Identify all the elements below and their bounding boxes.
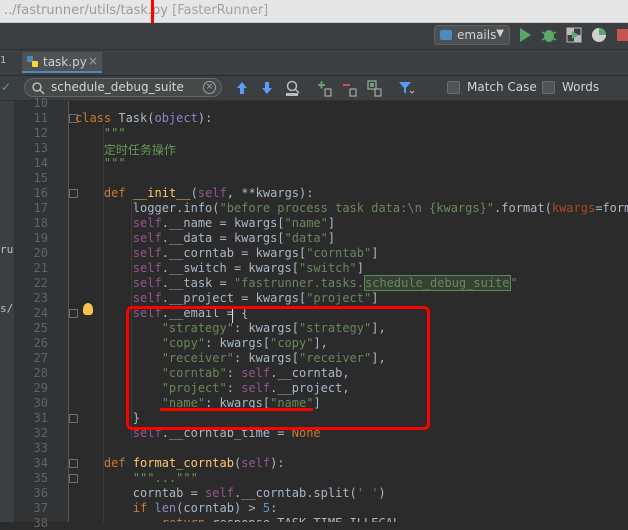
- line-number: 31: [33, 411, 48, 425]
- code-line: """...""": [132, 471, 198, 485]
- find-all-icon[interactable]: [284, 79, 302, 97]
- code-line: """: [103, 156, 126, 170]
- line-number: 29: [33, 381, 48, 395]
- code-line: return response.TASK_TIME_ILLEGAL: [75, 516, 400, 522]
- line-number: 18: [33, 216, 48, 230]
- run-icon[interactable]: [516, 26, 534, 44]
- check-icon: ✓: [1, 80, 12, 94]
- find-bar: ✓ schedule_debug_suite × Match Case Word…: [0, 76, 628, 101]
- tab-task-py[interactable]: task.py ×: [22, 52, 102, 73]
- match-case-label: Match Case: [467, 80, 537, 94]
- line-number: 25: [33, 321, 48, 335]
- line-number: 22: [33, 276, 48, 290]
- remove-occurrence-icon[interactable]: [341, 79, 359, 97]
- stop-icon[interactable]: [614, 26, 628, 44]
- search-icon: [32, 82, 45, 95]
- line-number: 26: [33, 336, 48, 350]
- left-tool-strip: run s/f: [0, 101, 20, 522]
- code-line: class Task(object):: [75, 111, 213, 125]
- close-tab-icon[interactable]: ×: [88, 54, 98, 68]
- code-line: self.__data = kwargs["data"]: [132, 231, 336, 245]
- code-line: logger.info("before process task data:\n…: [75, 201, 628, 215]
- code-line: self.__project = kwargs["project"]: [132, 291, 379, 305]
- line-number: 20: [33, 246, 48, 260]
- line-number: 24: [33, 306, 48, 320]
- profile-icon[interactable]: [590, 26, 608, 44]
- code-line: corntab = self.__corntab.split(' '): [75, 486, 386, 500]
- code-line: self.__corntab = kwargs["corntab"]: [132, 246, 379, 260]
- arrow-up-icon[interactable]: [235, 80, 249, 96]
- code-line: self.__switch = kwargs["switch"]: [132, 261, 365, 275]
- line-number: 34: [33, 456, 48, 470]
- annotation-email-box: [126, 306, 430, 430]
- line-number: 35: [33, 471, 48, 485]
- python-icon: [440, 30, 452, 40]
- main-toolbar: emails ▼: [0, 23, 628, 50]
- code-line: def format_corntab(self):: [103, 456, 285, 470]
- line-number: 32: [33, 426, 48, 440]
- line-number: 36: [33, 486, 48, 500]
- line-number: 30: [33, 396, 48, 410]
- line-number: 17: [33, 201, 48, 215]
- lightbulb-icon[interactable]: [83, 303, 93, 315]
- code-line: if len(corntab) > 5:: [132, 501, 278, 515]
- line-number: 12: [33, 126, 48, 140]
- match-case-checkbox[interactable]: [447, 81, 460, 94]
- filter-icon[interactable]: [397, 79, 415, 97]
- line-number-gutter: 10 11 12 13 14 15 16 17 18 19 20 21 22 2…: [14, 96, 78, 530]
- line-number: 19: [33, 231, 48, 245]
- line-number: 15: [33, 171, 48, 185]
- tool-window-number: 1: [0, 55, 7, 66]
- editor-tab-bar: 1 task.py ×: [0, 50, 628, 76]
- line-number: 23: [33, 291, 48, 305]
- python-file-icon: [27, 56, 38, 67]
- debug-icon[interactable]: [540, 26, 558, 44]
- arrow-down-icon[interactable]: [260, 80, 274, 96]
- words-checkbox[interactable]: [542, 81, 555, 94]
- line-number: 10: [33, 96, 48, 110]
- code-line: self.__name = kwargs["name"]: [132, 216, 336, 230]
- code-line: self.__task = "fastrunner.tasks.schedule…: [132, 275, 518, 291]
- line-number: 33: [33, 441, 48, 455]
- clear-search-icon[interactable]: ×: [203, 81, 216, 94]
- coverage-icon[interactable]: [565, 26, 583, 44]
- line-number: 14: [33, 156, 48, 170]
- line-number: 11: [33, 111, 48, 125]
- add-occurrence-icon[interactable]: [316, 79, 334, 97]
- code-line: """: [103, 126, 126, 140]
- chevron-down-icon: ▼: [496, 28, 504, 39]
- line-number: 16: [33, 186, 48, 200]
- line-number: 28: [33, 366, 48, 380]
- line-number: 27: [33, 351, 48, 365]
- words-label: Words: [562, 80, 600, 94]
- line-number: 21: [33, 261, 48, 275]
- line-number: 13: [33, 141, 48, 155]
- find-input[interactable]: schedule_debug_suite ×: [24, 78, 222, 97]
- annotation-underline: [160, 408, 313, 411]
- code-line: def __init__(self, **kwargs):: [103, 186, 314, 200]
- line-number: 37: [33, 501, 48, 515]
- line-number: 38: [33, 516, 48, 530]
- select-all-occurrences-icon[interactable]: [366, 79, 384, 97]
- run-configuration-select[interactable]: emails ▼: [434, 25, 510, 45]
